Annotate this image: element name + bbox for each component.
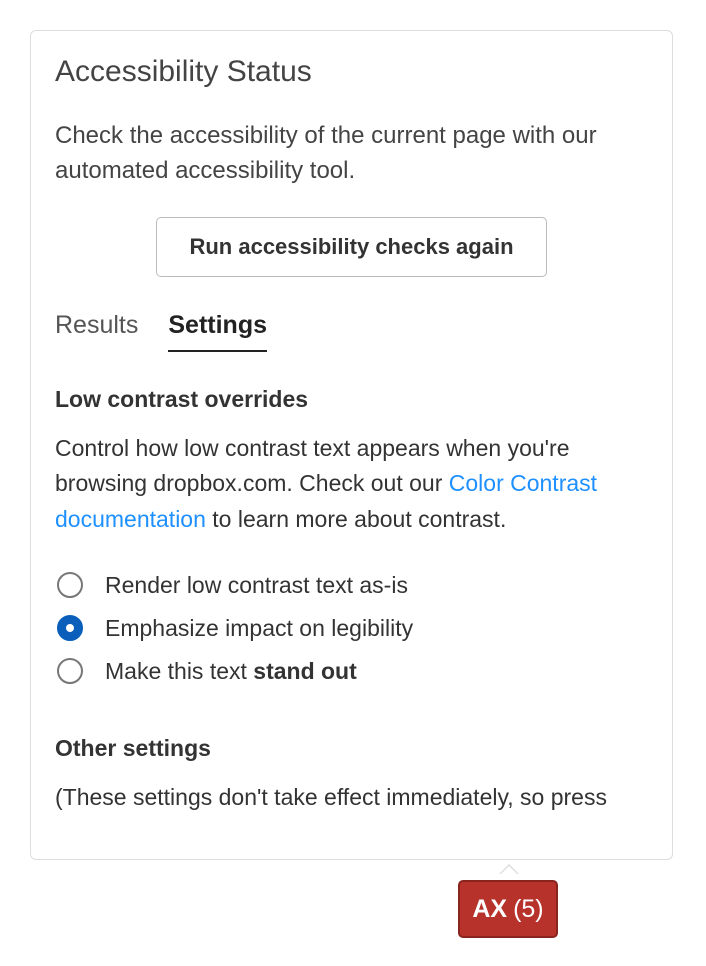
tabs: Results Settings [55, 311, 648, 352]
tab-results[interactable]: Results [55, 311, 138, 352]
tab-settings[interactable]: Settings [168, 311, 267, 352]
radio-label: Make this text stand out [105, 658, 357, 685]
radio-option-as-is[interactable]: Render low contrast text as-is [55, 564, 648, 607]
low-contrast-text-post: to learn more about contrast. [206, 506, 506, 532]
ax-badge-count: (5) [513, 895, 544, 924]
radio-icon [57, 615, 83, 641]
ax-badge-button[interactable]: AX (5) [458, 880, 558, 938]
radio-option-stand-out[interactable]: Make this text stand out [55, 650, 648, 693]
low-contrast-heading: Low contrast overrides [55, 386, 648, 413]
other-settings-heading: Other settings [55, 735, 648, 762]
radio-label: Render low contrast text as-is [105, 572, 408, 599]
panel-description: Check the accessibility of the current p… [55, 119, 648, 189]
radio-icon [57, 572, 83, 598]
radio-icon [57, 658, 83, 684]
popover-pointer-icon [499, 864, 519, 874]
radio-label: Emphasize impact on legibility [105, 615, 413, 642]
ax-badge-label: AX [472, 895, 507, 924]
low-contrast-description: Control how low contrast text appears wh… [55, 431, 648, 538]
panel-title: Accessibility Status [55, 55, 648, 89]
low-contrast-radio-group: Render low contrast text as-is Emphasize… [55, 564, 648, 693]
other-settings-note: (These settings don't take effect immedi… [55, 780, 648, 816]
run-checks-button[interactable]: Run accessibility checks again [156, 217, 546, 277]
radio-option-emphasize[interactable]: Emphasize impact on legibility [55, 607, 648, 650]
accessibility-panel: Accessibility Status Check the accessibi… [30, 30, 673, 860]
